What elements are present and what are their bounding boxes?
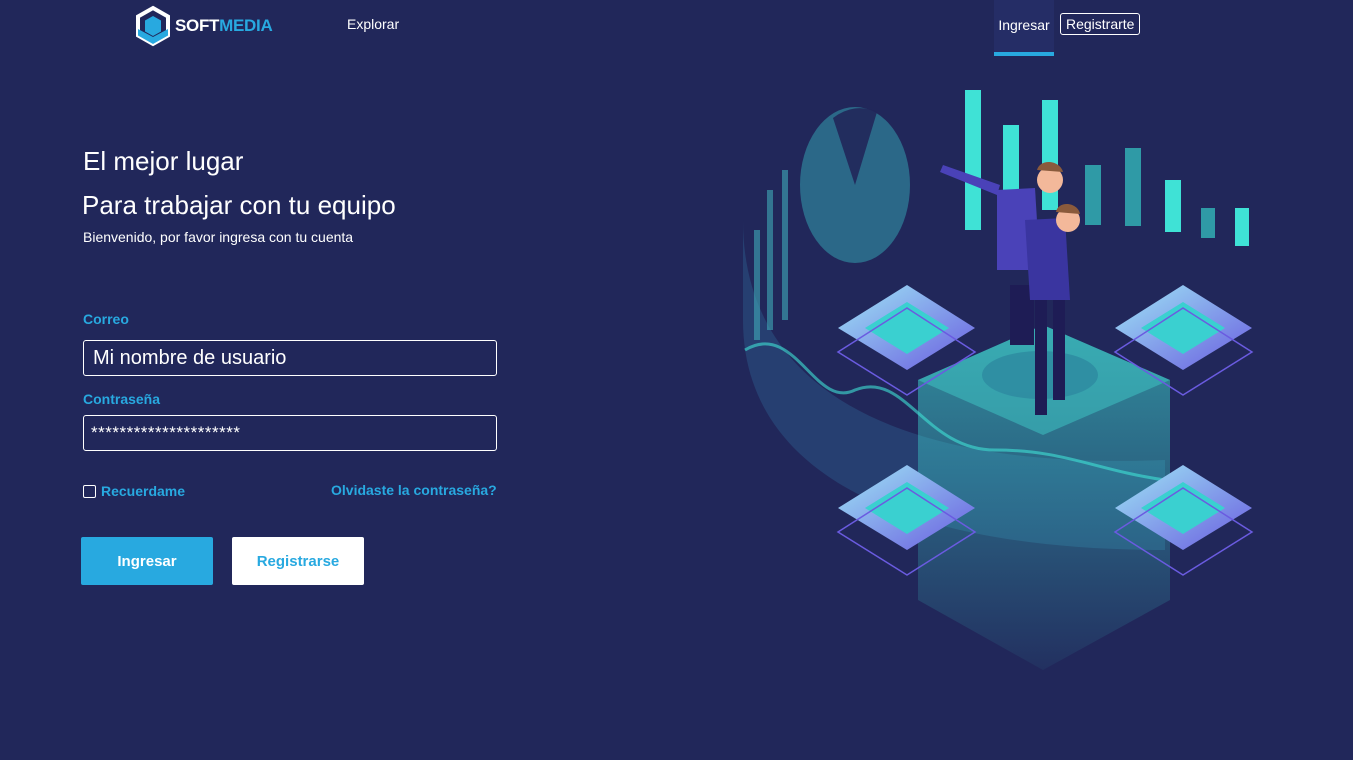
nav-login-tab[interactable]: Ingresar [994, 0, 1054, 56]
register-button[interactable]: Registrarse [232, 537, 364, 585]
nav-explore-link[interactable]: Explorar [347, 16, 399, 32]
remember-checkbox[interactable] [83, 484, 96, 498]
remember-label: Recuerdame [101, 483, 186, 499]
password-field[interactable] [83, 415, 497, 451]
logo-text: SOFTMEDIA [175, 16, 273, 36]
email-field[interactable] [83, 340, 497, 376]
team-data-illustration [743, 90, 1254, 670]
remember-me-option[interactable]: Recuerdame [83, 483, 185, 499]
email-label: Correo [83, 311, 129, 327]
hero-title-line1: El mejor lugar [83, 146, 244, 176]
softmedia-logo[interactable]: SOFTMEDIA [134, 4, 274, 48]
logo-text-soft: SOFT [175, 16, 220, 35]
password-label: Contraseña [83, 391, 161, 407]
hero-subtitle: Bienvenido, por favor ingresa con tu cue… [83, 229, 354, 245]
nav-register-button[interactable]: Registrarte [1060, 13, 1141, 35]
hexagon-logo-icon [136, 5, 170, 47]
hero-title-line2: Para trabajar con tu equipo [82, 190, 396, 220]
logo-text-media: MEDIA [219, 16, 273, 35]
login-button[interactable]: Ingresar [81, 537, 213, 585]
forgot-password-link[interactable]: Olvidaste la contraseña? [331, 482, 497, 498]
